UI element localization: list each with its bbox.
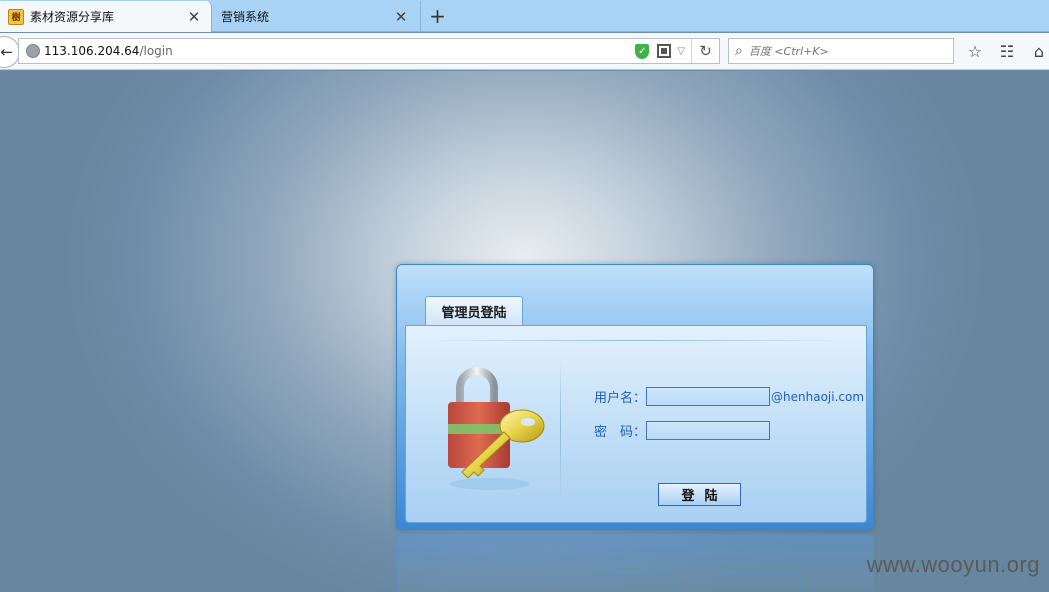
- url-path: /login: [139, 44, 173, 58]
- shield-icon[interactable]: ✓: [635, 43, 650, 59]
- login-button[interactable]: 登陆: [658, 483, 741, 506]
- username-label: 用户名：: [594, 391, 647, 406]
- login-panel: 用户名： @henhaoji.com 密 码： 登陆: [405, 325, 867, 523]
- reading-list-icon[interactable]: ☷: [994, 41, 1020, 61]
- dropdown-icon[interactable]: ▽: [677, 46, 685, 57]
- url-bar[interactable]: 113.106.204.64/login ✓ ▽ ↻: [18, 38, 720, 64]
- search-bar[interactable]: ⌕: [728, 38, 954, 64]
- qr-code-icon[interactable]: [657, 44, 672, 58]
- home-icon[interactable]: ⌂: [1026, 41, 1049, 61]
- url-host: 113.106.204.64: [44, 44, 140, 58]
- password-row: 密 码：: [594, 421, 771, 440]
- new-tab-button[interactable]: +: [420, 1, 454, 31]
- tab-title: 营销系统: [221, 10, 270, 24]
- login-box-reflection: [396, 533, 874, 592]
- close-tab-icon[interactable]: ✕: [185, 8, 203, 26]
- domain-suffix: @henhaoji.com: [771, 389, 865, 404]
- username-row: 用户名： @henhaoji.com: [594, 387, 864, 406]
- reflection-ghost-2: [719, 574, 801, 592]
- vertical-divider: [560, 360, 561, 500]
- reload-icon[interactable]: ↻: [691, 39, 719, 63]
- tab-active[interactable]: 樹 素材资源分享库 ✕: [0, 1, 212, 32]
- tab-bar: 樹 素材资源分享库 ✕ 营销系统 ✕ +: [0, 0, 1049, 32]
- globe-icon: [26, 44, 40, 58]
- login-title-tab: 管理员登陆: [425, 296, 523, 326]
- password-label: 密 码：: [594, 425, 647, 440]
- back-icon[interactable]: ←: [0, 36, 20, 68]
- username-input[interactable]: [646, 387, 771, 406]
- panel-divider-line: [422, 340, 852, 341]
- reflection-ghost-1: [593, 574, 675, 592]
- password-input[interactable]: [646, 421, 771, 440]
- login-box: 管理员登陆 用户名： @henhaoji.com 密 码： 登陆: [396, 264, 874, 530]
- close-tab-icon[interactable]: ✕: [392, 8, 410, 26]
- tab-title: 素材资源分享库: [30, 10, 115, 24]
- search-input[interactable]: [748, 44, 929, 58]
- search-icon: ⌕: [735, 43, 743, 59]
- watermark: www.wooyun.org: [866, 552, 1040, 577]
- lock-key-icon: [448, 367, 545, 490]
- site-favicon-icon: 樹: [8, 8, 24, 25]
- nav-bar: ← 113.106.204.64/login ✓ ▽ ↻ ⌕ ☆ ☷ ⌂: [0, 33, 1049, 70]
- bookmark-star-icon[interactable]: ☆: [962, 41, 988, 61]
- page-content: 管理员登陆 用户名： @henhaoji.com 密 码： 登陆 www.woo…: [0, 71, 1049, 592]
- tab-inactive[interactable]: 营销系统 ✕: [213, 1, 418, 32]
